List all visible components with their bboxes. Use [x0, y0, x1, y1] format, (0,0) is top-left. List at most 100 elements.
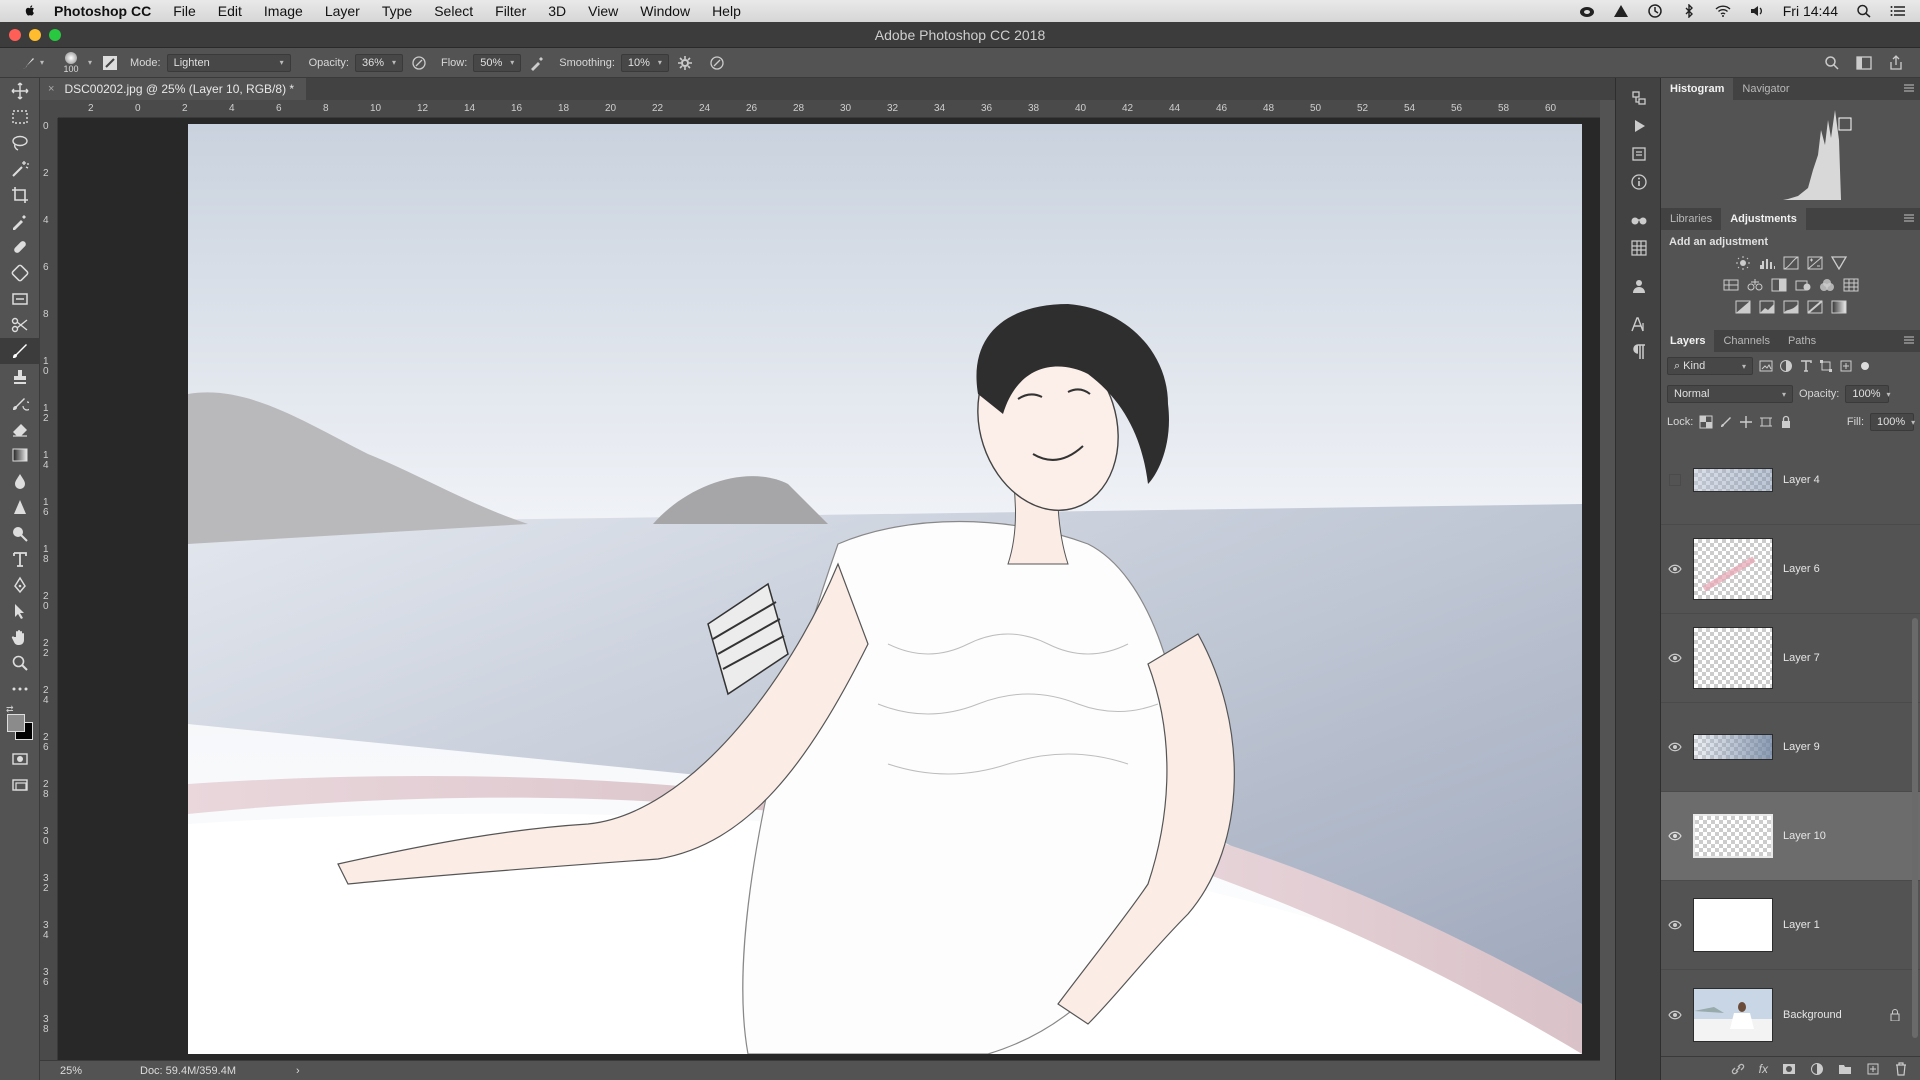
- layer-name[interactable]: Layer 7: [1783, 652, 1820, 664]
- brightness-icon[interactable]: [1735, 256, 1751, 270]
- pressure-size-icon[interactable]: [709, 55, 725, 71]
- preset-caret-icon[interactable]: ▾: [40, 58, 44, 67]
- layer-row-layer-10[interactable]: Layer 10: [1661, 792, 1920, 881]
- eyedropper-tool[interactable]: [0, 208, 40, 234]
- dodge-tool[interactable]: [0, 520, 40, 546]
- smart-object-filter-icon[interactable]: [1839, 359, 1853, 373]
- zoom-tool[interactable]: [0, 650, 40, 676]
- document-tab[interactable]: × DSC00202.jpg @ 25% (Layer 10, RGB/8) *: [40, 78, 307, 100]
- add-mask-icon[interactable]: [1782, 1062, 1796, 1076]
- visibility-toggle[interactable]: [1661, 1010, 1689, 1020]
- link-layers-icon[interactable]: [1731, 1062, 1745, 1076]
- workspace-icon[interactable]: [1856, 55, 1872, 71]
- color-balance-icon[interactable]: [1747, 278, 1763, 292]
- channel-mixer-icon[interactable]: [1819, 278, 1835, 292]
- blend-mode-dropdown[interactable]: Normal ▾: [1667, 385, 1793, 403]
- hue-saturation-icon[interactable]: [1723, 278, 1739, 292]
- lock-pixels-icon[interactable]: [1719, 415, 1733, 429]
- layer-row-layer-7[interactable]: Layer 7: [1661, 614, 1920, 703]
- smoothing-field[interactable]: 10% ▾: [620, 53, 669, 72]
- exposure-icon[interactable]: [1807, 256, 1823, 270]
- brush-size-picker[interactable]: 100: [58, 51, 84, 74]
- black-white-icon[interactable]: [1771, 278, 1787, 292]
- info-panel-button[interactable]: [1616, 168, 1662, 196]
- photo-filter-icon[interactable]: [1795, 278, 1811, 292]
- tab-histogram[interactable]: Histogram: [1661, 78, 1734, 100]
- hand-tool[interactable]: [0, 624, 40, 650]
- visibility-toggle[interactable]: [1661, 474, 1689, 486]
- history-panel-button[interactable]: [1616, 84, 1662, 112]
- visibility-toggle[interactable]: [1661, 564, 1689, 574]
- pen-tool[interactable]: [0, 572, 40, 598]
- crop-tool[interactable]: [0, 182, 40, 208]
- menu-view[interactable]: View: [588, 3, 618, 19]
- menu-window[interactable]: Window: [640, 3, 690, 19]
- panel-menu-icon[interactable]: [1904, 335, 1914, 345]
- clock[interactable]: Fri 14:44: [1783, 3, 1838, 19]
- visibility-toggle[interactable]: [1661, 831, 1689, 841]
- screen-mode-toggle[interactable]: [0, 772, 40, 798]
- panel-menu-icon[interactable]: [1904, 213, 1914, 223]
- menu-help[interactable]: Help: [712, 3, 741, 19]
- pressure-opacity-icon[interactable]: [411, 55, 427, 71]
- layer-row-background[interactable]: Background: [1661, 970, 1920, 1059]
- shape-layer-filter-icon[interactable]: [1819, 359, 1833, 373]
- trash-icon[interactable]: [1894, 1061, 1908, 1076]
- magic-wand-tool[interactable]: [0, 156, 40, 182]
- search-icon[interactable]: [1824, 55, 1840, 71]
- layer-style-fx-icon[interactable]: fx: [1759, 1062, 1768, 1076]
- path-selection-tool[interactable]: [0, 598, 40, 624]
- mode-dropdown[interactable]: Lighten ▾: [166, 53, 291, 72]
- brush-tool-preset-icon[interactable]: [20, 55, 36, 71]
- layer-row-layer-1[interactable]: Layer 1: [1661, 881, 1920, 970]
- layer-name[interactable]: Layer 10: [1783, 830, 1826, 842]
- quick-mask-toggle[interactable]: [0, 746, 40, 772]
- color-swatches[interactable]: ⇄: [0, 702, 40, 746]
- menu-type[interactable]: Type: [382, 3, 412, 19]
- share-icon[interactable]: [1888, 54, 1904, 71]
- tab-channels[interactable]: Channels: [1714, 330, 1778, 352]
- healing-brush-tool[interactable]: [0, 234, 40, 260]
- layer-name[interactable]: Layer 9: [1783, 741, 1820, 753]
- filter-toggle-switch[interactable]: [1861, 362, 1869, 370]
- horizontal-ruler[interactable]: 2 0 2 4 6 8 10 12 14 16 18 20 22 24 26 28 30 32 34 36 38 40 42…: [58, 100, 1600, 118]
- brush-caret-icon[interactable]: ▾: [88, 58, 92, 67]
- color-lookup-icon[interactable]: [1843, 278, 1859, 292]
- menu-edit[interactable]: Edit: [218, 3, 242, 19]
- fill-field[interactable]: 100% ▾: [1870, 413, 1915, 431]
- visibility-toggle[interactable]: [1661, 653, 1689, 663]
- actions-panel-button[interactable]: [1616, 112, 1662, 140]
- kind-filter-dropdown[interactable]: ⌕ Kind ▾: [1667, 357, 1753, 375]
- selective-color-icon[interactable]: [1806, 300, 1823, 314]
- brush-tool[interactable]: [0, 338, 40, 364]
- patch-tool[interactable]: [0, 260, 40, 286]
- visibility-toggle[interactable]: [1661, 920, 1689, 930]
- tab-libraries[interactable]: Libraries: [1661, 208, 1721, 230]
- creative-cloud-icon[interactable]: [1579, 4, 1595, 18]
- marquee-tool[interactable]: [0, 104, 40, 130]
- lock-position-icon[interactable]: [1739, 415, 1753, 429]
- lock-transparency-icon[interactable]: [1699, 415, 1713, 429]
- gear-icon[interactable]: [677, 55, 693, 71]
- layer-name[interactable]: Layer 1: [1783, 919, 1820, 931]
- time-machine-icon[interactable]: [1647, 4, 1663, 18]
- layer-name[interactable]: Layer 4: [1783, 474, 1820, 486]
- layer-row-layer-9[interactable]: Layer 9: [1661, 703, 1920, 792]
- menu-filter[interactable]: Filter: [495, 3, 526, 19]
- menu-layer[interactable]: Layer: [325, 3, 360, 19]
- layer-row-layer-6[interactable]: Layer 6: [1661, 525, 1920, 614]
- layer-row-layer-4[interactable]: Layer 4: [1661, 436, 1920, 525]
- adjustment-layer-filter-icon[interactable]: [1779, 359, 1793, 373]
- lasso-tool[interactable]: [0, 130, 40, 156]
- status-menu-arrow[interactable]: ›: [296, 1065, 300, 1077]
- ruler-origin[interactable]: [40, 100, 58, 118]
- move-tool[interactable]: [0, 78, 40, 104]
- history-brush-tool[interactable]: [0, 390, 40, 416]
- content-aware-tool[interactable]: [0, 286, 40, 312]
- close-tab-icon[interactable]: ×: [48, 83, 54, 95]
- apple-icon[interactable]: [20, 4, 40, 18]
- app-menu-title[interactable]: Photoshop CC: [54, 3, 151, 19]
- warning-triangle-icon[interactable]: [1613, 4, 1629, 18]
- panel-menu-icon[interactable]: [1904, 83, 1914, 93]
- eraser-tool[interactable]: [0, 416, 40, 442]
